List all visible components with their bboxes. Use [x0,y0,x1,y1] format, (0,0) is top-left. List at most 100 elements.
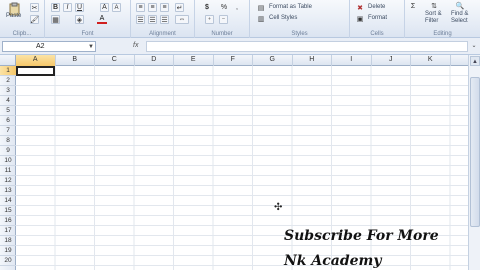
mouse-cursor-icon: ✣ [274,202,283,213]
bold-button[interactable]: B [51,3,60,12]
alignment-group: ≡ ≡ ≡ ↵ ☰ ☰ ☰ ⇔ Alignment [131,0,195,38]
row-header-18[interactable]: 18 [0,236,16,246]
cells-group-label: Cells [370,31,384,37]
font-color-icon[interactable]: A [97,14,107,24]
find-button-label[interactable]: Find & [451,11,468,17]
delete-button[interactable]: Delete [368,4,385,10]
row-headers: 1 2 3 4 5 6 7 8 9 10 11 12 13 14 15 16 17 18 19 20 [0,66,16,270]
row-header-20[interactable]: 20 [0,256,16,266]
channel-overlay-text: Nk Academy [284,253,382,269]
row-header-3[interactable]: 3 [0,86,16,96]
row-header-8[interactable]: 8 [0,136,16,146]
column-header-e[interactable]: E [174,55,214,66]
align-right-icon[interactable]: ☰ [160,15,169,24]
align-left-icon[interactable]: ☰ [136,15,145,24]
format-table-icon: ▤ [257,4,265,12]
expand-formula-bar-icon[interactable]: ⌄ [470,42,478,51]
scrollbar-thumb[interactable] [470,77,480,227]
underline-button[interactable]: U [75,3,84,12]
row-header-13[interactable]: 13 [0,186,16,196]
percent-button[interactable]: % [220,3,228,12]
scroll-up-icon[interactable]: ▲ [470,56,480,66]
name-box[interactable]: A2 ▼ [2,41,96,52]
font-group: B I U A A ▦ ◈ A Font [45,0,131,38]
column-header-k[interactable]: K [411,55,451,66]
row-header-6[interactable]: 6 [0,116,16,126]
row-header-10[interactable]: 10 [0,156,16,166]
grow-font-icon[interactable]: A [100,3,109,12]
chevron-down-icon[interactable]: ▼ [88,42,94,52]
find-select-icon[interactable]: 🔍 [455,1,465,10]
alignment-group-label: Alignment [149,31,176,37]
sort-filter-icon[interactable]: ⇅ [429,1,439,10]
number-group: $ % , ⁺ ⁻ Number [195,0,250,38]
merge-center-icon[interactable]: ⇔ [175,15,189,24]
format-painter-icon[interactable]: 🖌 [30,15,39,24]
row-header-7[interactable]: 7 [0,126,16,136]
column-header-d[interactable]: D [135,55,174,66]
name-box-value: A2 [36,43,45,50]
column-header-j[interactable]: J [372,55,411,66]
format-as-table-button[interactable]: Format as Table [269,4,312,10]
column-headers: ABCDEFGHIJK [0,55,480,66]
column-header-a[interactable]: A [16,55,56,66]
column-header-c[interactable]: C [95,55,135,66]
cells-group: ✖ Delete ▣ Format Cells [350,0,405,38]
insert-function-button[interactable]: fx [133,42,138,49]
row-header-17[interactable]: 17 [0,226,16,236]
ribbon: Paste ✂ 🖌 Clipb... B I U A A ▦ ◈ A Font … [0,0,480,38]
filter-button-label[interactable]: Filter [425,18,438,24]
wrap-text-icon[interactable]: ↵ [175,3,184,12]
font-group-label: Font [81,31,94,37]
row-header-16[interactable]: 16 [0,216,16,226]
format-cells-icon: ▣ [356,15,364,23]
italic-button[interactable]: I [63,3,72,12]
select-button-label[interactable]: Select [451,18,468,24]
row-header-1[interactable]: 1 [0,66,16,76]
column-header-h[interactable]: H [293,55,332,66]
column-header-b[interactable]: B [56,55,95,66]
column-header-i[interactable]: I [332,55,372,66]
align-middle-icon[interactable]: ≡ [148,3,157,12]
currency-button[interactable]: $ [203,3,211,12]
clipboard-group: Paste ✂ 🖌 Clipb... [0,0,45,38]
row-header-19[interactable]: 19 [0,246,16,256]
row-header-11[interactable]: 11 [0,166,16,176]
row-header-4[interactable]: 4 [0,96,16,106]
delete-icon: ✖ [357,4,363,12]
row-header-15[interactable]: 15 [0,206,16,216]
fill-color-icon[interactable]: ◈ [75,15,84,24]
sum-icon[interactable]: Σ [408,2,418,11]
shrink-font-icon[interactable]: A [112,3,121,12]
sort-button-label[interactable]: Sort & [425,11,442,17]
decrease-decimal-icon[interactable]: ⁻ [219,15,228,24]
column-header-g[interactable]: G [253,55,293,66]
formula-input[interactable] [146,41,468,52]
align-bottom-icon[interactable]: ≡ [160,3,169,12]
column-header-f[interactable]: F [214,55,253,66]
styles-group-label: Styles [291,31,308,37]
row-header-14[interactable]: 14 [0,196,16,206]
cell-styles-icon: ▥ [257,15,265,23]
editing-group-label: Editing [433,31,452,37]
row-header-12[interactable]: 12 [0,176,16,186]
cut-icon[interactable]: ✂ [30,3,39,12]
align-center-icon[interactable]: ☰ [148,15,157,24]
cell-styles-button[interactable]: Cell Styles [269,15,297,21]
row-header-9[interactable]: 9 [0,146,16,156]
paste-button[interactable]: Paste [6,13,21,19]
select-all-button[interactable] [0,55,16,66]
format-button[interactable]: Format [368,15,387,21]
vertical-scrollbar[interactable]: ▲ [468,55,480,270]
row-header-2[interactable]: 2 [0,76,16,86]
subscribe-overlay-text: Subscribe For More [284,228,439,244]
comma-style-icon[interactable]: , [233,3,241,12]
align-top-icon[interactable]: ≡ [136,3,145,12]
increase-decimal-icon[interactable]: ⁺ [205,15,214,24]
editing-group: Σ ⇅ Sort & Filter 🔍 Find & Select Editin… [405,0,480,38]
clipboard-group-label: Clipb... [12,31,32,37]
borders-icon[interactable]: ▦ [51,15,60,24]
row-header-5[interactable]: 5 [0,106,16,116]
active-cell-selection[interactable] [16,66,55,76]
number-group-label: Number [211,31,233,37]
